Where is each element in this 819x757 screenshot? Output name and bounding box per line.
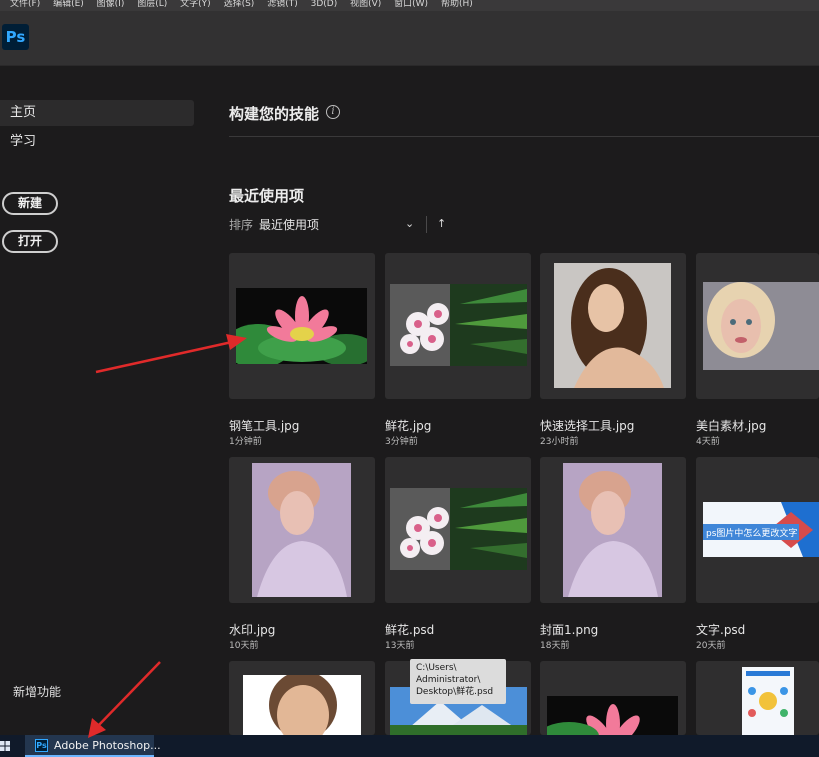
open-button[interactable]: 打开 — [2, 230, 58, 253]
menu-image[interactable]: 图像(I) — [97, 0, 125, 9]
lotus-image — [236, 288, 367, 364]
taskbar: Ps Adobe Photoshop... — [0, 735, 819, 757]
tooltip-line: Administrator\ — [416, 675, 481, 685]
menu-type[interactable]: 文字(Y) — [180, 0, 211, 9]
file-time: 4天前 — [696, 437, 720, 447]
recent-title: 最近使用项 — [229, 187, 305, 205]
menu-bar: 文件(F) 编辑(E) 图像(I) 图层(L) 文字(Y) 选择(S) 滤镜(T… — [0, 0, 819, 11]
banner-text: ps图片中怎么更改文字 — [706, 527, 797, 539]
file-time: 23小时前 — [540, 437, 579, 447]
recent-file-thumbnail[interactable] — [540, 253, 686, 399]
file-name[interactable]: 水印.jpg — [229, 621, 275, 638]
menu-help[interactable]: 帮助(H) — [441, 0, 473, 9]
tooltip-line: Desktop\鲜花.psd — [416, 687, 494, 697]
sort-label: 排序 — [229, 218, 254, 232]
file-name[interactable]: 鲜花.jpg — [385, 417, 431, 434]
skills-title: 构建您的技能 — [229, 105, 320, 123]
recent-file-thumbnail[interactable] — [540, 661, 686, 735]
file-time: 3分钟前 — [385, 437, 418, 447]
menu-edit[interactable]: 编辑(E) — [53, 0, 84, 9]
sort-direction-up-icon[interactable]: ↑ — [437, 215, 446, 233]
tooltip-line: C:\Users\ — [416, 663, 457, 673]
recent-file-thumbnail[interactable] — [540, 457, 686, 603]
recent-file-thumbnail[interactable] — [229, 661, 375, 735]
photoshop-taskbar-icon: Ps — [35, 739, 48, 752]
menu-window[interactable]: 窗口(W) — [394, 0, 428, 9]
plumeria-image — [390, 284, 527, 366]
file-time: 10天前 — [229, 641, 259, 651]
file-path-tooltip: C:\Users\ Administrator\ Desktop\鲜花.psd — [410, 659, 506, 704]
sort-dropdown[interactable]: 最近使用项 — [259, 216, 319, 234]
info-icon[interactable]: i — [326, 105, 340, 119]
file-name[interactable]: 美白素材.jpg — [696, 417, 766, 434]
file-time: 1分钟前 — [229, 437, 262, 447]
blonde-portrait-image — [703, 282, 819, 370]
menu-filter[interactable]: 滤镜(T) — [267, 0, 298, 9]
recent-file-thumbnail[interactable] — [385, 457, 531, 603]
file-name[interactable]: 钢笔工具.jpg — [229, 417, 299, 434]
file-name[interactable]: 快速选择工具.jpg — [540, 417, 634, 434]
recent-file-thumbnail[interactable] — [385, 253, 531, 399]
new-button[interactable]: 新建 — [2, 192, 58, 215]
windows-start-icon[interactable] — [0, 741, 10, 751]
recent-file-thumbnail[interactable] — [696, 661, 819, 735]
cover-portrait-image — [563, 463, 662, 597]
recent-file-thumbnail[interactable] — [229, 253, 375, 399]
file-name[interactable]: 封面1.png — [540, 621, 598, 638]
recent-file-thumbnail[interactable]: ps图片中怎么更改文字 — [696, 457, 819, 603]
app-header: Ps — [0, 11, 819, 66]
menu-file[interactable]: 文件(F) — [10, 0, 40, 9]
file-name[interactable]: 鲜花.psd — [385, 621, 434, 638]
recent-file-thumbnail[interactable] — [696, 253, 819, 399]
sidebar-item-home[interactable]: 主页 — [0, 100, 194, 126]
file-name[interactable]: 文字.psd — [696, 621, 745, 638]
new-features-link[interactable]: 新增功能 — [13, 683, 61, 700]
lotus-image — [547, 696, 678, 735]
woman-portrait-image — [554, 263, 671, 388]
file-time: 20天前 — [696, 641, 726, 651]
menu-view[interactable]: 视图(V) — [350, 0, 381, 9]
taskbar-app-label: Adobe Photoshop... — [54, 739, 161, 752]
menu-select[interactable]: 选择(S) — [224, 0, 255, 9]
chevron-down-icon[interactable]: ⌄ — [405, 215, 414, 233]
sidebar-item-learn[interactable]: 学习 — [0, 129, 194, 155]
infographic-image — [742, 667, 794, 735]
file-time: 18天前 — [540, 641, 570, 651]
recent-file-thumbnail[interactable] — [229, 457, 375, 603]
menu-3d[interactable]: 3D(D) — [311, 0, 338, 9]
photoshop-logo[interactable]: Ps — [2, 24, 29, 50]
divider — [229, 136, 819, 137]
text-banner-image: ps图片中怎么更改文字 — [703, 502, 819, 557]
menu-layer[interactable]: 图层(L) — [137, 0, 167, 9]
taskbar-photoshop-button[interactable]: Ps Adobe Photoshop... — [25, 735, 161, 757]
sort-separator — [426, 216, 427, 233]
sidebar: 主页 学习 新建 打开 — [0, 66, 200, 734]
face-portrait-image — [243, 675, 361, 735]
watermark-portrait-image — [252, 463, 351, 597]
file-time: 13天前 — [385, 641, 415, 651]
plumeria-image — [390, 488, 527, 570]
